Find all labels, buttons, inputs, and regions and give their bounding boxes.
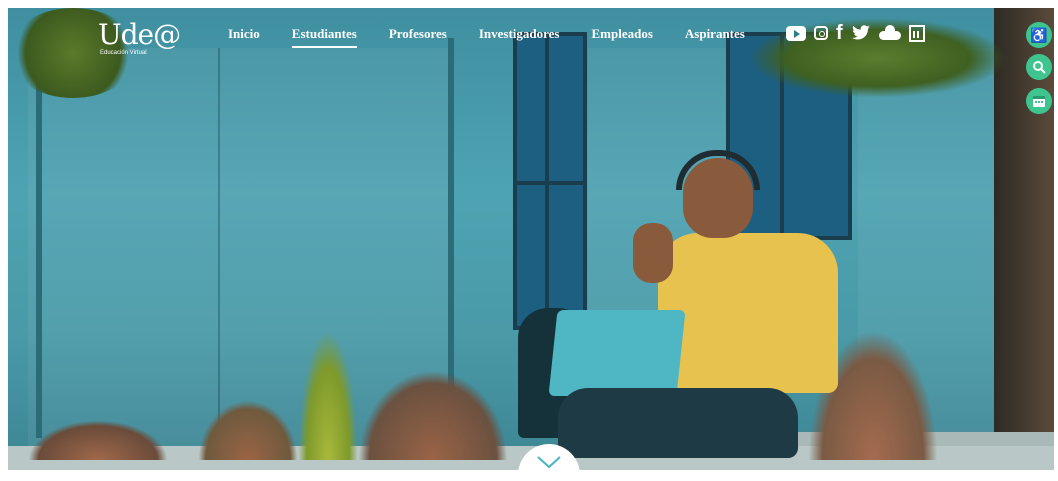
twitter-icon[interactable]	[851, 25, 871, 41]
wall-panel	[28, 48, 220, 448]
facebook-icon[interactable]: f	[836, 23, 843, 43]
person-shirt	[658, 233, 838, 393]
person-hand	[633, 223, 673, 283]
top-navigation: Ude@ Educación Virtual Inicio Estudiante…	[8, 16, 1054, 58]
search-button[interactable]	[1026, 54, 1052, 80]
nav-item-profesores[interactable]: Profesores	[389, 26, 447, 48]
nav-item-empleados[interactable]: Empleados	[591, 26, 652, 48]
youtube-icon[interactable]	[786, 25, 806, 41]
nav-item-estudiantes[interactable]: Estudiantes	[291, 26, 357, 48]
social-links: f	[786, 23, 925, 43]
logo-subtitle: Educación Virtual	[100, 50, 147, 56]
nav-item-aspirantes[interactable]: Aspirantes	[685, 26, 745, 48]
accessibility-button[interactable]: ♿	[1026, 22, 1052, 48]
accessibility-icon: ♿	[1030, 26, 1048, 43]
pipe	[36, 38, 42, 438]
pipe	[448, 38, 454, 398]
calendar-button[interactable]	[1026, 88, 1052, 114]
plant	[298, 330, 358, 460]
calendar-news-icon[interactable]	[908, 24, 925, 42]
instagram-icon[interactable]	[814, 26, 828, 40]
hero-background	[8, 8, 1054, 470]
chevron-down-icon	[537, 456, 561, 469]
logo-title: Ude@	[98, 18, 181, 51]
person-legs	[558, 388, 798, 458]
plant	[198, 400, 298, 460]
calendar-icon	[1033, 96, 1045, 107]
main-menu: Inicio Estudiantes Profesores Investigad…	[228, 26, 777, 48]
udea-logo[interactable]: Ude@ Educación Virtual	[98, 18, 181, 57]
plant	[358, 370, 508, 460]
nav-item-inicio[interactable]: Inicio	[228, 26, 260, 48]
soundcloud-icon[interactable]	[878, 24, 901, 40]
laptop	[548, 310, 686, 396]
search-icon	[1033, 61, 1046, 74]
nav-item-investigadores[interactable]: Investigadores	[479, 26, 560, 48]
plant	[28, 420, 168, 460]
hero-banner: Ude@ Educación Virtual Inicio Estudiante…	[8, 8, 1054, 470]
building-window	[513, 32, 587, 330]
